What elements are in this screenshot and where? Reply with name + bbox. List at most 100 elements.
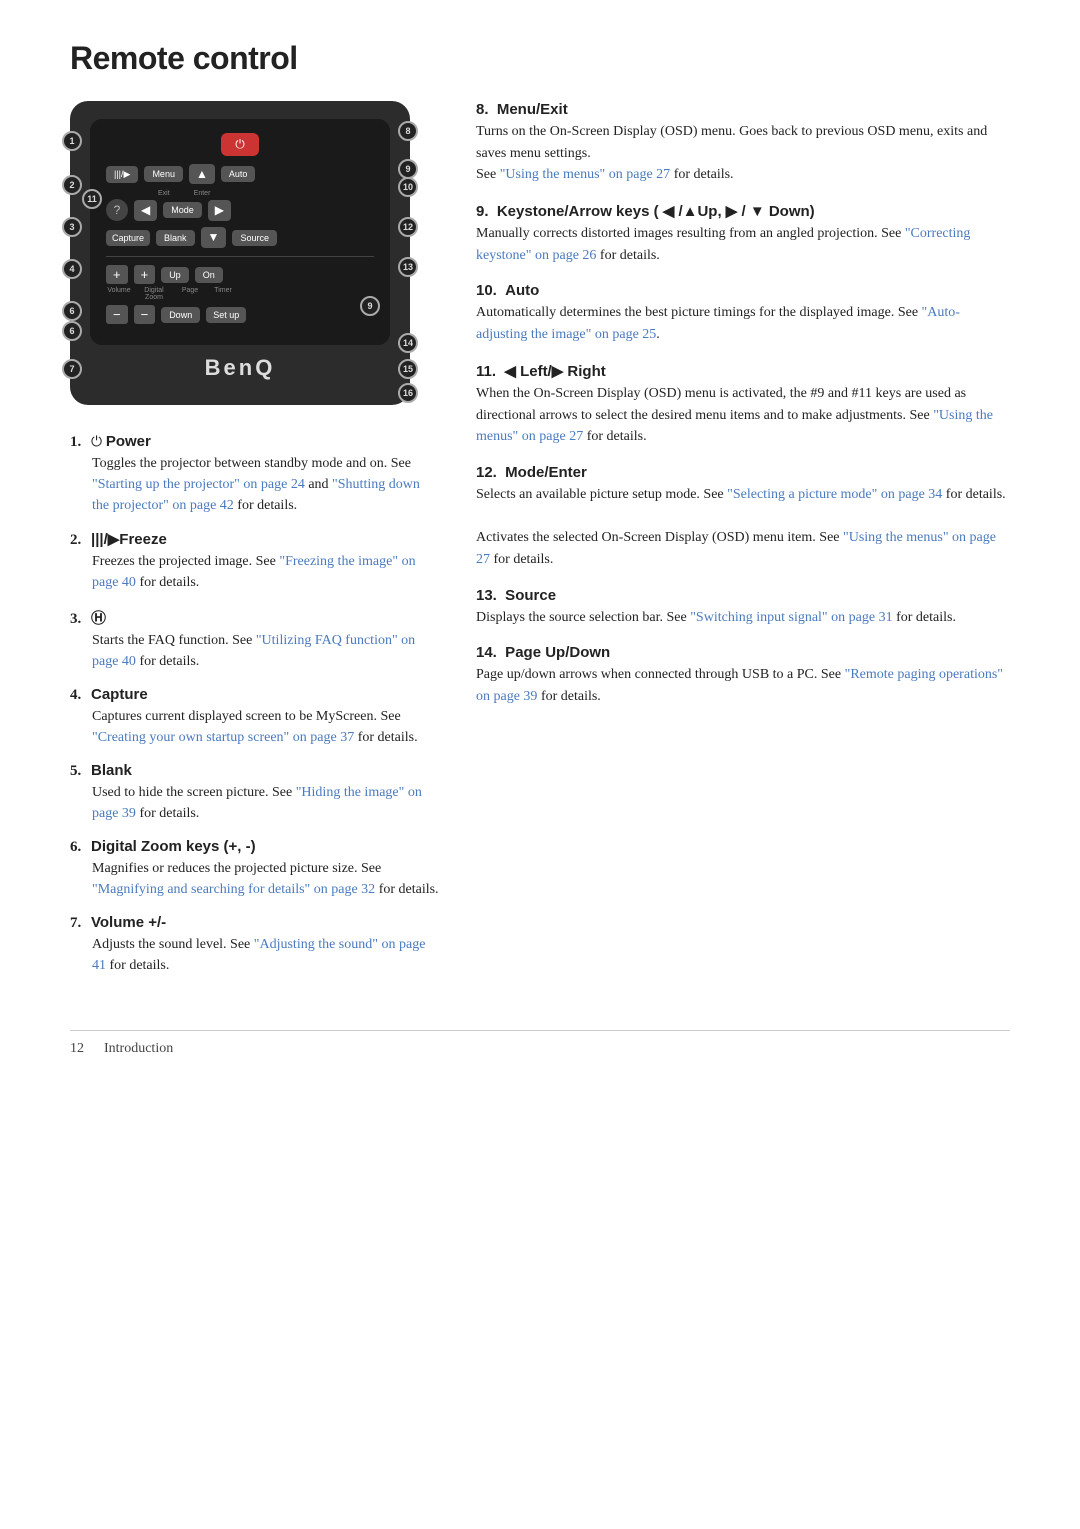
item-title: Blank <box>91 762 132 779</box>
nav-up-button[interactable]: ▲ <box>189 164 215 184</box>
blank-button[interactable]: Blank <box>156 230 195 246</box>
item-description: When the On-Screen Display (OSD) menu is… <box>476 383 1010 448</box>
badge-1: 1 <box>62 131 82 151</box>
badge-15: 15 <box>398 359 418 379</box>
menu-button[interactable]: Menu <box>144 166 183 182</box>
badge-6a: 6 <box>62 301 82 321</box>
page-up-button[interactable]: Up <box>161 267 189 283</box>
item-title: Volume +/- <box>91 914 166 931</box>
link-freezing[interactable]: "Freezing the image" on page 40 <box>92 554 416 590</box>
link-switching-signal[interactable]: "Switching input signal" on page 31 <box>690 610 892 625</box>
item-number: 3. <box>70 611 81 627</box>
link-using-menus-12[interactable]: "Using the menus" on page 27 <box>476 530 996 567</box>
nav-down-button[interactable]: ▼ <box>201 227 227 248</box>
right-items-list: 8. Menu/Exit Turns on the On-Screen Disp… <box>476 101 1010 708</box>
page-down-button[interactable]: Down <box>161 307 200 323</box>
source-button[interactable]: Source <box>232 230 277 246</box>
item-description: Selects an available picture setup mode.… <box>476 484 1010 571</box>
item-description: Manually corrects distorted images resul… <box>476 223 1010 266</box>
list-item: 14. Page Up/Down Page up/down arrows whe… <box>476 644 1010 707</box>
list-item: 12. Mode/Enter Selects an available pict… <box>476 464 1010 571</box>
badge-13: 13 <box>398 257 418 277</box>
left-items-list: 1. ⏻ Power Toggles the projector between… <box>70 433 440 976</box>
item-title: Power <box>106 433 151 450</box>
link-hiding-image[interactable]: "Hiding the image" on page 39 <box>92 785 422 821</box>
link-using-menus-8[interactable]: "Using the menus" on page 27 <box>500 167 670 182</box>
dig-zoom-minus-button[interactable]: − <box>134 305 156 324</box>
faq-button[interactable]: ? <box>106 199 128 221</box>
nav-left-button[interactable]: ◀ <box>134 200 157 221</box>
item-description: Toggles the projector between standby mo… <box>92 453 440 516</box>
item-description: Turns on the On-Screen Display (OSD) men… <box>476 121 1010 186</box>
badge-9b: 9 <box>360 296 380 316</box>
list-item: 1. ⏻ Power Toggles the projector between… <box>70 433 440 516</box>
list-item: 4. Capture Captures current displayed sc… <box>70 686 440 748</box>
plus-button[interactable]: + <box>106 265 128 284</box>
item-number: 2. <box>70 532 81 548</box>
item-number: 4. <box>70 687 81 703</box>
setup-button[interactable]: Set up <box>206 307 246 323</box>
list-item: 11. ◀ Left/▶ Right When the On-Screen Di… <box>476 362 1010 448</box>
link-auto-adjusting[interactable]: "Auto-adjusting the image" on page 25 <box>476 305 960 342</box>
item-description: Starts the FAQ function. See "Utilizing … <box>92 630 440 672</box>
item-header: 13. Source <box>476 587 1010 604</box>
footer: 12 Introduction <box>70 1030 1010 1057</box>
item-number: 6. <box>70 839 81 855</box>
link-correcting-keystone[interactable]: "Correcting keystone" on page 26 <box>476 226 970 263</box>
link-startup-screen[interactable]: "Creating your own startup screen" on pa… <box>92 730 354 745</box>
minus-button[interactable]: − <box>106 305 128 324</box>
item-description: Magnifies or reduces the projected pictu… <box>92 858 440 900</box>
list-item: 13. Source Displays the source selection… <box>476 587 1010 629</box>
badge-10: 10 <box>398 177 418 197</box>
item-header: 14. Page Up/Down <box>476 644 1010 661</box>
link-magnifying[interactable]: "Magnifying and searching for details" o… <box>92 882 375 897</box>
freeze-button[interactable]: |||/▶ <box>106 166 138 183</box>
badge-2: 2 <box>62 175 82 195</box>
list-item: 10. Auto Automatically determines the be… <box>476 282 1010 345</box>
power-button[interactable]: ⏻ <box>221 133 259 156</box>
remote-control-image: ⏻ |||/▶ Menu ▲ Auto Exit Enter <box>70 101 410 433</box>
list-item: 9. Keystone/Arrow keys ( ◀ /▲Up, ▶ / ▼ D… <box>476 202 1010 266</box>
item-header: 10. Auto <box>476 282 1010 299</box>
list-item: 2. |||/▶Freeze Freezes the projected ima… <box>70 530 440 593</box>
link-adjusting-sound[interactable]: "Adjusting the sound" on page 41 <box>92 937 425 973</box>
list-item: 3. Ⓗ Starts the FAQ function. See "Utili… <box>70 607 440 672</box>
item-description: Adjusts the sound level. See "Adjusting … <box>92 934 440 976</box>
item-number: 1. <box>70 434 81 450</box>
badge-3: 3 <box>62 217 82 237</box>
badge-8: 8 <box>398 121 418 141</box>
list-item: 5. Blank Used to hide the screen picture… <box>70 762 440 824</box>
page-title: Remote control <box>70 40 1010 77</box>
item-header: 11. ◀ Left/▶ Right <box>476 362 1010 380</box>
link-faq[interactable]: "Utilizing FAQ function" on page 40 <box>92 633 415 669</box>
badge-14: 14 <box>398 333 418 353</box>
power-symbol-icon: ⏻ <box>91 435 102 450</box>
item-number: 5. <box>70 763 81 779</box>
capture-button[interactable]: Capture <box>106 230 150 246</box>
list-item: 6. Digital Zoom keys (+, -) Magnifies or… <box>70 838 440 900</box>
badge-9: 9 <box>398 159 418 179</box>
auto-button[interactable]: Auto <box>221 166 256 182</box>
mode-button[interactable]: Mode <box>163 202 202 218</box>
item-description: Captures current displayed screen to be … <box>92 706 440 748</box>
item-description: Freezes the projected image. See "Freezi… <box>92 551 440 593</box>
item-header: 12. Mode/Enter <box>476 464 1010 481</box>
badge-4: 4 <box>62 259 82 279</box>
item-description: Automatically determines the best pictur… <box>476 302 1010 345</box>
item-number: 7. <box>70 915 81 931</box>
nav-right-button[interactable]: ▶ <box>208 200 231 221</box>
dig-zoom-plus-button[interactable]: + <box>134 265 156 284</box>
item-description: Page up/down arrows when connected throu… <box>476 664 1010 707</box>
power-icon: ⏻ <box>235 137 245 152</box>
footer-section-label: Introduction <box>104 1041 173 1057</box>
badge-16: 16 <box>398 383 418 403</box>
footer-page-number: 12 <box>70 1041 84 1057</box>
badge-6b: 6 <box>62 321 82 341</box>
on-button[interactable]: On <box>195 267 223 283</box>
link-using-menus-11[interactable]: "Using the menus" on page 27 <box>476 408 993 445</box>
link-remote-paging[interactable]: "Remote paging operations" on page 39 <box>476 667 1003 704</box>
list-item: 8. Menu/Exit Turns on the On-Screen Disp… <box>476 101 1010 186</box>
link-starting-up[interactable]: "Starting up the projector" on page 24 <box>92 477 305 492</box>
link-picture-mode[interactable]: "Selecting a picture mode" on page 34 <box>727 487 942 502</box>
list-item: 7. Volume +/- Adjusts the sound level. S… <box>70 914 440 976</box>
